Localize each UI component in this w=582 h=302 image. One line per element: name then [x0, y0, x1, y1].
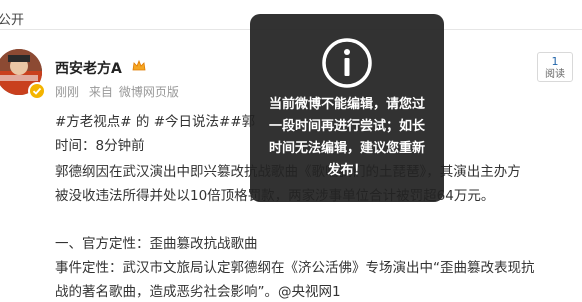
verified-badge-icon [28, 82, 46, 100]
post-time: 刚刚 [55, 85, 80, 99]
post-from-prefix: 来自 [88, 85, 113, 99]
info-icon [320, 36, 374, 90]
toast-message: 当前微博不能编辑，请您过一段时间再进行尝试；如长时间无法编辑，建议您重新发布！ [268, 97, 425, 178]
read-count-box: 1 阅读 [537, 52, 573, 82]
post-line-time: 时间：8分钟前 [55, 138, 145, 154]
edit-disabled-toast: 当前微博不能编辑，请您过一段时间再进行尝试；如长时间无法编辑，建议您重新发布！ [250, 14, 444, 202]
author-name[interactable]: 西安老方A [55, 58, 122, 78]
post-line-heading: 一、官方定性：歪曲篡改抗战歌曲 [55, 236, 258, 252]
post-line-body-3: 事件定性：武汉市文旅局认定郭德纲在《济公活佛》专场演出中“歪曲篡改表现抗 [55, 260, 535, 276]
read-label: 阅读 [545, 69, 565, 80]
crown-icon [132, 58, 146, 72]
post-source[interactable]: 微博网页版 [119, 85, 179, 99]
visibility-label[interactable]: 公开 [0, 9, 24, 28]
read-count: 1 [551, 55, 559, 68]
post-line-hashtags[interactable]: #方老视点# 的 #今日说法##郭 [55, 110, 255, 130]
post-line-body-4: 战的著名歌曲，造成恶劣社会影响”。@央视网1 [55, 284, 341, 300]
post-meta: 刚刚 来自 微博网页版 [55, 83, 185, 100]
